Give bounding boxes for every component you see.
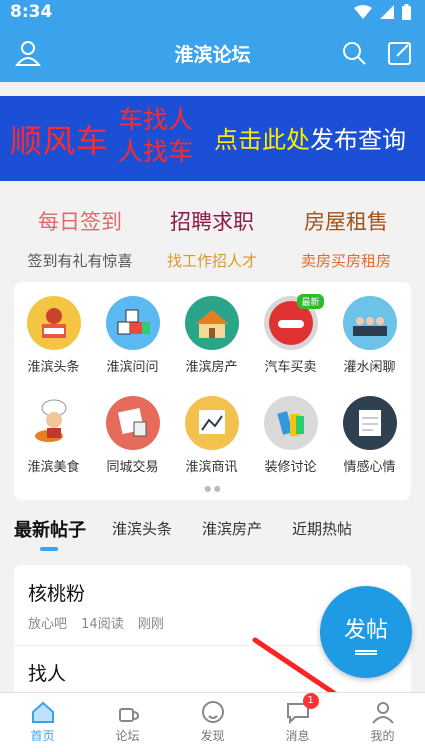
nav-label: 我的 [370,729,395,743]
profile-icon [370,699,396,725]
chat-group-icon [342,296,397,350]
compose-icon[interactable] [386,39,414,67]
promo-subtitle: 签到有礼有惊喜 [27,252,133,270]
new-post-label: 发帖 [343,618,388,643]
grid-item-emotion[interactable]: 情感心情 [330,396,409,475]
post-meta: 放心吧 14阅读 刚刚 [28,613,174,632]
post-title[interactable]: 找人 [28,659,66,686]
promo-jobs[interactable]: 招聘求职 找工作招人才 [142,206,282,271]
grid-item-label: 淮滨美食 [27,460,80,475]
status-time: 8:34 [10,2,53,22]
trade-icon [105,396,160,450]
blocks-icon [105,296,160,350]
page-indicator: ● ● [204,484,221,493]
bottom-nav: 首页 论坛 发现 1 消息 我的 [0,692,425,752]
status-icons [354,4,411,20]
chef-icon [26,396,81,450]
new-post-button[interactable]: 发帖 [320,586,412,678]
promo-signin[interactable]: 每日签到 签到有礼有惊喜 [10,206,150,271]
post-tabs: 最新帖子 淮滨头条 淮滨房产 近期热帖 [0,508,425,558]
grid-item-label: 淮滨商讯 [185,460,238,475]
reader-icon [26,296,81,350]
grid-item-label: 淮滨头条 [27,360,80,375]
active-tab-indicator [40,547,58,551]
banner-right-white: 发布查询 [310,126,406,154]
unread-badge: 1 [302,693,319,709]
grid-item-chat[interactable]: 灌水闲聊 [330,296,409,375]
grid-item-label: 汽车买卖 [264,360,317,375]
promo-subtitle: 找工作招人才 [166,252,257,270]
post-views: 14阅读 [81,617,124,632]
menu-lines-icon [355,650,377,655]
promo-title: 每日签到 [38,210,122,234]
grid-item-label: 淮滨问问 [106,360,159,375]
car-icon: 最新 [263,294,324,350]
home-icon [30,699,56,725]
nav-discover[interactable]: 发现 [170,699,255,744]
grid-item-label: 灌水闲聊 [343,360,396,375]
battery-icon [402,4,411,20]
tab-realestate[interactable]: 淮滨房产 [202,518,262,539]
banner-right-yellow: 点击此处 [214,126,310,154]
grid-item-questions[interactable]: 淮滨问问 [93,296,172,375]
post-time: 刚刚 [137,617,164,632]
grid-item-label: 同城交易 [106,460,159,475]
nav-home[interactable]: 首页 [0,699,85,744]
business-chart-icon [184,396,239,450]
status-bar: 8:34 [0,0,425,24]
banner-mid-text: 车找人 人找车 [118,104,193,168]
tab-hot[interactable]: 近期热帖 [292,518,352,539]
category-grid: 淮滨头条 淮滨问问 淮滨房产 最新 汽车买卖 灌水闲聊 淮滨美食 同城交易 淮滨… [14,282,411,500]
nav-label: 发现 [200,729,225,743]
banner-mid-line1: 车找人 [118,105,194,134]
banner-right-text: 点击此处发布查询 [214,120,406,155]
discover-icon [200,699,226,725]
grid-item-headlines[interactable]: 淮滨头条 [14,296,93,375]
post-title[interactable]: 核桃粉 [28,579,85,606]
nav-messages[interactable]: 1 消息 [255,693,340,744]
decor-icon [263,396,318,450]
grid-item-food[interactable]: 淮滨美食 [14,396,93,475]
nav-label: 首页 [30,729,55,743]
grid-item-label: 淮滨房产 [185,360,238,375]
search-icon[interactable] [340,39,368,67]
grid-item-trade[interactable]: 同城交易 [93,396,172,475]
message-icon: 1 [285,693,319,725]
grid-item-label: 装修讨论 [264,460,317,475]
grid-item-realestate[interactable]: 淮滨房产 [172,296,251,375]
wifi-icon [354,5,372,19]
promo-title: 招聘求职 [170,210,254,234]
coffee-icon [115,699,141,725]
grid-item-decor[interactable]: 装修讨论 [251,396,330,475]
nav-forum[interactable]: 论坛 [85,699,170,744]
tab-headlines[interactable]: 淮滨头条 [112,518,172,539]
post-author: 放心吧 [28,617,68,632]
note-icon [342,396,397,450]
nav-label: 消息 [285,729,310,743]
promo-subtitle: 卖房买房租房 [300,252,391,270]
promo-housing[interactable]: 房屋租售 卖房买房租房 [276,206,416,271]
promo-row: 每日签到 签到有礼有惊喜 招聘求职 找工作招人才 房屋租售 卖房买房租房 [0,198,425,278]
banner-mid-line2: 人找车 [118,137,194,166]
grid-item-label: 情感心情 [343,460,396,475]
promo-title: 房屋租售 [304,210,388,234]
banner-ad[interactable]: 顺风车 车找人 人找车 点击此处发布查询 [0,96,425,181]
grid-item-business[interactable]: 淮滨商讯 [172,396,251,475]
signal-icon [380,5,394,19]
house-icon [184,296,239,350]
new-badge: 最新 [297,294,324,309]
grid-item-cars[interactable]: 最新 汽车买卖 [251,294,330,375]
app-bar: 淮滨论坛 [0,24,425,82]
nav-label: 论坛 [115,729,140,743]
banner-left-text: 顺风车 [10,122,110,160]
nav-profile[interactable]: 我的 [340,699,425,744]
tab-latest[interactable]: 最新帖子 [14,516,86,542]
